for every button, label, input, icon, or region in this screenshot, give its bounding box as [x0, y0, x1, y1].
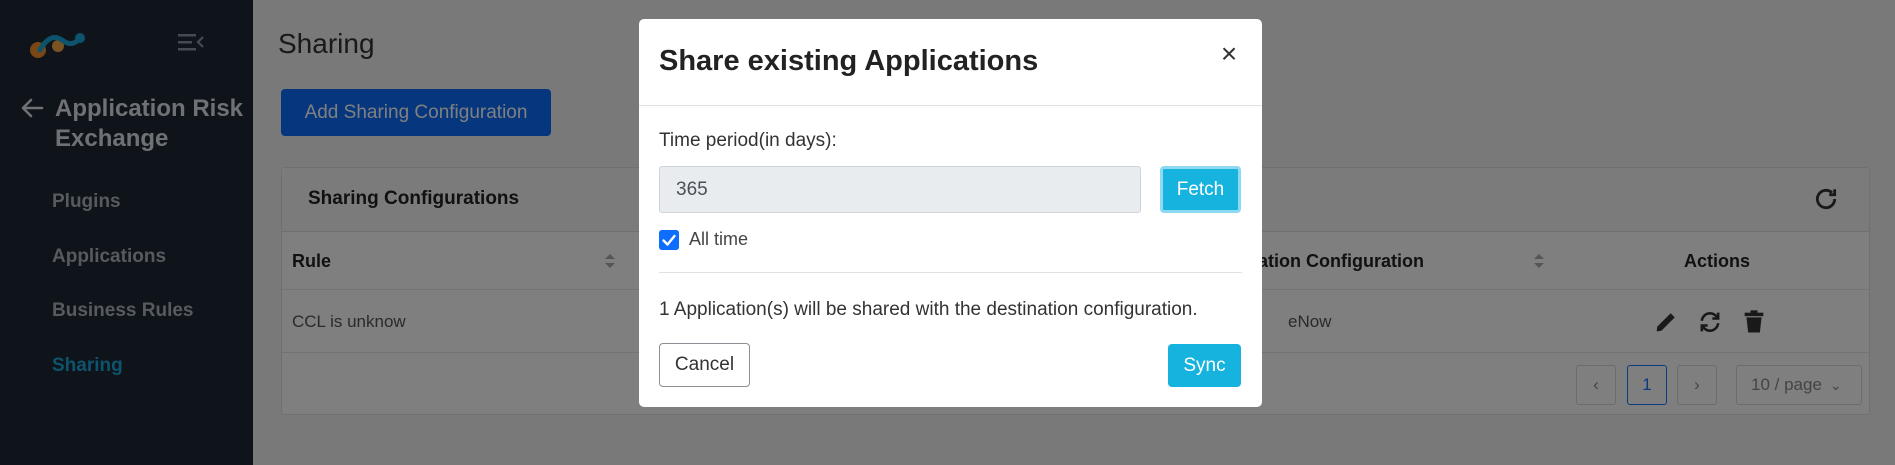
fetch-button[interactable]: Fetch [1160, 166, 1241, 213]
sync-button[interactable]: Sync [1168, 344, 1241, 387]
time-period-label: Time period(in days): [659, 130, 837, 151]
all-time-checkbox[interactable] [659, 230, 679, 250]
cancel-button[interactable]: Cancel [659, 343, 750, 387]
modal-title: Share existing Applications [659, 45, 1039, 77]
all-time-label[interactable]: All time [689, 229, 748, 250]
modal-divider [659, 272, 1242, 273]
close-icon[interactable]: × [1216, 38, 1242, 69]
sync-info-text: 1 Application(s) will be shared with the… [659, 299, 1198, 320]
share-applications-modal: Share existing Applications × Time perio… [639, 19, 1262, 407]
modal-header: Share existing Applications × [639, 19, 1262, 106]
time-period-input[interactable] [659, 166, 1141, 213]
